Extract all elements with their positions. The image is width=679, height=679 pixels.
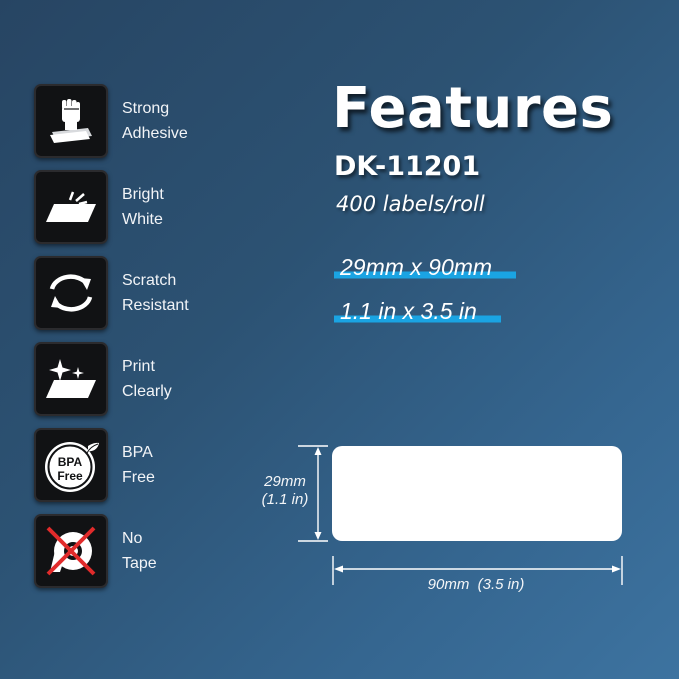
height-in-text: (1.1 in): [261, 491, 309, 508]
label-sample: [332, 446, 622, 541]
height-mm-text: 29mm: [264, 473, 306, 490]
width-arrow-right: [612, 565, 621, 573]
height-arrow-down: [314, 532, 322, 540]
height-arrow-up: [314, 447, 322, 455]
width-text: 90mm (3.5 in): [427, 576, 525, 593]
width-arrow-left: [334, 565, 343, 573]
